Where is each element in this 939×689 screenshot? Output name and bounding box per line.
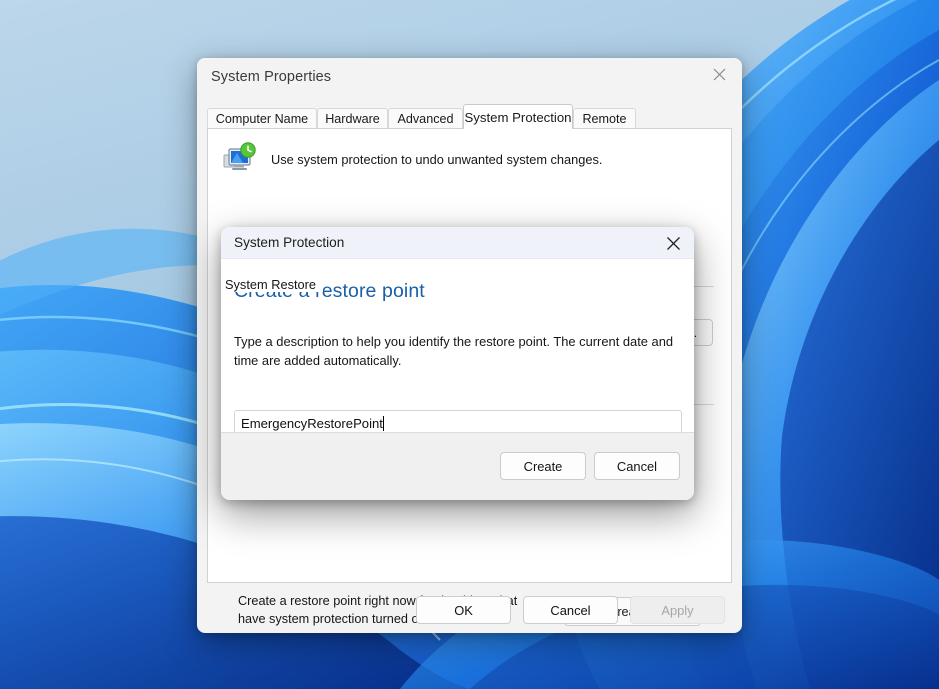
- restore-point-input-value: EmergencyRestorePoint: [241, 415, 383, 431]
- dialog-cancel-button[interactable]: Cancel: [594, 452, 680, 480]
- tab-label: Computer Name: [215, 112, 309, 126]
- close-icon[interactable]: [696, 58, 742, 91]
- window-titlebar: System Properties: [197, 58, 742, 99]
- system-protection-icon: [223, 141, 257, 180]
- dialog-footer: Create Cancel: [221, 432, 694, 500]
- dialog-titlebar: System Protection: [221, 227, 694, 259]
- dialog-title: System Protection: [234, 235, 345, 250]
- tab-computer-name[interactable]: Computer Name: [207, 108, 317, 129]
- hero-text: Use system protection to undo unwanted s…: [271, 152, 603, 167]
- text-caret: [382, 415, 384, 431]
- dialog-create-button[interactable]: Create: [500, 452, 586, 480]
- tab-hardware[interactable]: Hardware: [317, 108, 388, 129]
- dialog-description: Type a description to help you identify …: [234, 334, 674, 368]
- system-restore-group-label: System Restore: [225, 277, 324, 292]
- tabstrip: Computer Name Hardware Advanced System P…: [207, 104, 732, 129]
- cancel-button[interactable]: Cancel: [523, 596, 618, 624]
- cancel-button-label: Cancel: [550, 602, 591, 618]
- tab-remote[interactable]: Remote: [573, 108, 636, 129]
- tab-system-protection[interactable]: System Protection: [463, 104, 573, 129]
- close-icon[interactable]: [656, 229, 690, 257]
- ok-button-label: OK: [454, 602, 473, 618]
- desktop: System Properties Computer Name Hardware…: [0, 0, 939, 689]
- hero-row: Use system protection to undo unwanted s…: [223, 141, 602, 180]
- tab-label: Hardware: [325, 112, 380, 126]
- system-protection-dialog: System Protection Create a restore point…: [221, 227, 694, 500]
- tab-label: Remote: [582, 112, 627, 126]
- dialog-create-label: Create: [523, 458, 563, 474]
- dialog-cancel-label: Cancel: [616, 458, 658, 474]
- tab-label: System Protection: [464, 109, 572, 125]
- apply-button: Apply: [630, 596, 725, 624]
- tab-advanced[interactable]: Advanced: [388, 108, 463, 129]
- tab-label: Advanced: [397, 112, 454, 126]
- ok-button[interactable]: OK: [416, 596, 511, 624]
- window-title: System Properties: [211, 69, 332, 85]
- apply-button-label: Apply: [661, 602, 694, 618]
